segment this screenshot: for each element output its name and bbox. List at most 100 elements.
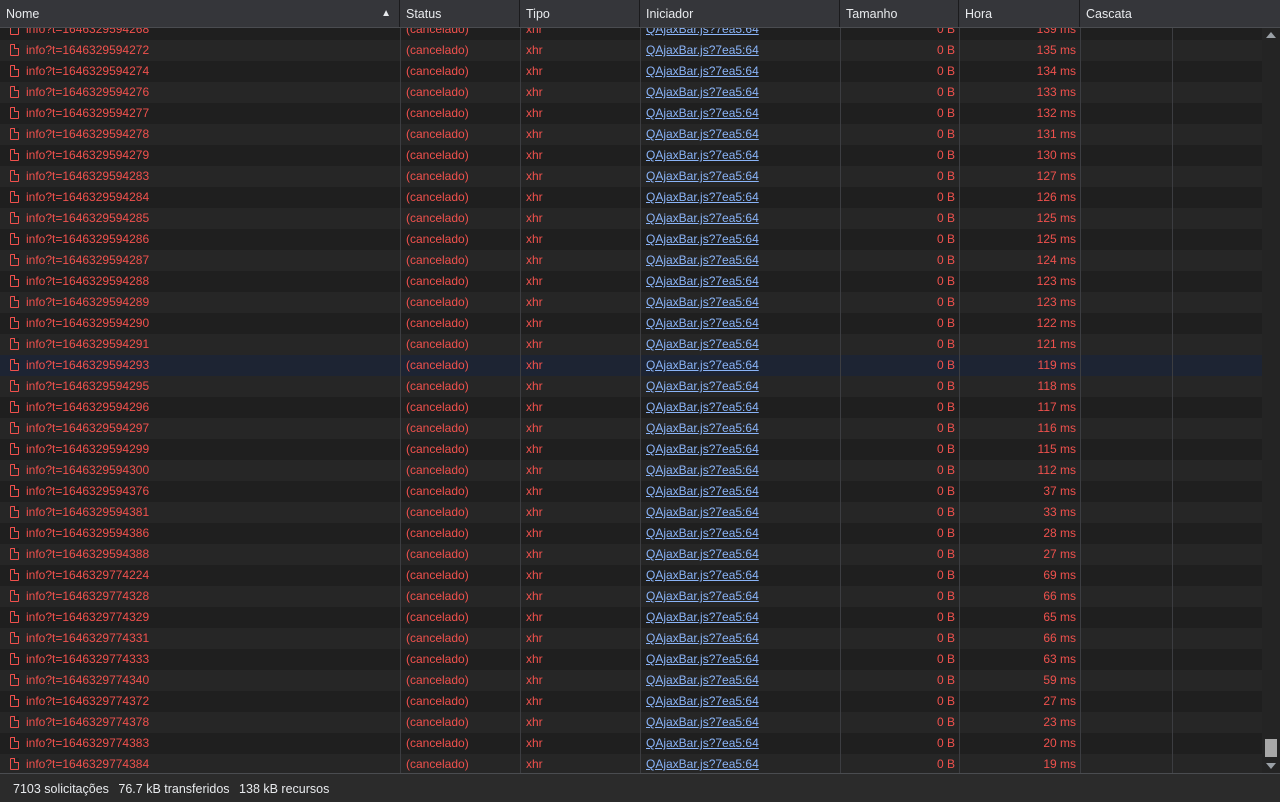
initiator-link[interactable]: QAjaxBar.js?7ea5:64 (646, 379, 759, 393)
request-name-cell[interactable]: info?t=1646329594376 (0, 481, 400, 502)
column-header-waterfall[interactable]: Cascata (1080, 0, 1280, 27)
request-name-cell[interactable]: info?t=1646329594290 (0, 313, 400, 334)
scroll-up-icon[interactable] (1266, 32, 1276, 38)
initiator-link[interactable]: QAjaxBar.js?7ea5:64 (646, 316, 759, 330)
request-name-cell[interactable]: info?t=1646329594279 (0, 145, 400, 166)
initiator-link[interactable]: QAjaxBar.js?7ea5:64 (646, 757, 759, 771)
request-name-cell[interactable]: info?t=1646329594388 (0, 544, 400, 565)
request-name-cell[interactable]: info?t=1646329594288 (0, 271, 400, 292)
column-header-size[interactable]: Tamanho (840, 0, 959, 27)
request-name-cell[interactable]: info?t=1646329594293 (0, 355, 400, 376)
column-header-type[interactable]: Tipo (520, 0, 640, 27)
table-row[interactable]: info?t=1646329594295 (cancelado) xhr QAjaxB… (0, 376, 1262, 397)
table-row[interactable]: info?t=1646329594296 (cancelado) xhr QAjaxB… (0, 397, 1262, 418)
table-row[interactable]: info?t=1646329774331 (cancelado) xhr QAjaxB… (0, 628, 1262, 649)
request-name-cell[interactable]: info?t=1646329594296 (0, 397, 400, 418)
table-row[interactable]: info?t=1646329594286 (cancelado) xhr QAjaxB… (0, 229, 1262, 250)
request-name-cell[interactable]: info?t=1646329774224 (0, 565, 400, 586)
table-row[interactable]: info?t=1646329594279 (cancelado) xhr QAjaxB… (0, 145, 1262, 166)
request-name-cell[interactable]: info?t=1646329594381 (0, 502, 400, 523)
request-name-cell[interactable]: info?t=1646329774372 (0, 691, 400, 712)
request-name-cell[interactable]: info?t=1646329774328 (0, 586, 400, 607)
initiator-link[interactable]: QAjaxBar.js?7ea5:64 (646, 253, 759, 267)
initiator-link[interactable]: QAjaxBar.js?7ea5:64 (646, 232, 759, 246)
table-row[interactable]: info?t=1646329594289 (cancelado) xhr QAjaxB… (0, 292, 1262, 313)
table-row[interactable]: info?t=1646329594291 (cancelado) xhr QAjaxB… (0, 334, 1262, 355)
table-row[interactable]: info?t=1646329594297 (cancelado) xhr QAjaxB… (0, 418, 1262, 439)
initiator-link[interactable]: QAjaxBar.js?7ea5:64 (646, 442, 759, 456)
initiator-link[interactable]: QAjaxBar.js?7ea5:64 (646, 148, 759, 162)
table-row[interactable]: info?t=1646329594300 (cancelado) xhr QAjaxB… (0, 460, 1262, 481)
initiator-link[interactable]: QAjaxBar.js?7ea5:64 (646, 190, 759, 204)
table-row[interactable]: info?t=1646329594268 (cancelado) xhr QAjaxB… (0, 28, 1262, 40)
initiator-link[interactable]: QAjaxBar.js?7ea5:64 (646, 715, 759, 729)
column-header-status[interactable]: Status (400, 0, 520, 27)
initiator-link[interactable]: QAjaxBar.js?7ea5:64 (646, 64, 759, 78)
request-name-cell[interactable]: info?t=1646329594285 (0, 208, 400, 229)
table-row[interactable]: info?t=1646329594283 (cancelado) xhr QAjaxB… (0, 166, 1262, 187)
initiator-link[interactable]: QAjaxBar.js?7ea5:64 (646, 421, 759, 435)
table-row[interactable]: info?t=1646329774329 (cancelado) xhr QAjaxB… (0, 607, 1262, 628)
request-name-cell[interactable]: info?t=1646329774331 (0, 628, 400, 649)
column-header-initiator[interactable]: Iniciador (640, 0, 840, 27)
initiator-link[interactable]: QAjaxBar.js?7ea5:64 (646, 28, 759, 36)
initiator-link[interactable]: QAjaxBar.js?7ea5:64 (646, 484, 759, 498)
request-name-cell[interactable]: info?t=1646329594291 (0, 334, 400, 355)
vertical-scrollbar[interactable] (1262, 28, 1280, 773)
request-name-cell[interactable]: info?t=1646329774340 (0, 670, 400, 691)
initiator-link[interactable]: QAjaxBar.js?7ea5:64 (646, 673, 759, 687)
initiator-link[interactable]: QAjaxBar.js?7ea5:64 (646, 85, 759, 99)
table-row[interactable]: info?t=1646329774384 (cancelado) xhr QAjaxB… (0, 754, 1262, 773)
initiator-link[interactable]: QAjaxBar.js?7ea5:64 (646, 106, 759, 120)
table-row[interactable]: info?t=1646329594284 (cancelado) xhr QAjaxB… (0, 187, 1262, 208)
initiator-link[interactable]: QAjaxBar.js?7ea5:64 (646, 400, 759, 414)
initiator-link[interactable]: QAjaxBar.js?7ea5:64 (646, 505, 759, 519)
request-name-cell[interactable]: info?t=1646329774384 (0, 754, 400, 773)
initiator-link[interactable]: QAjaxBar.js?7ea5:64 (646, 631, 759, 645)
initiator-link[interactable]: QAjaxBar.js?7ea5:64 (646, 211, 759, 225)
request-name-cell[interactable]: info?t=1646329594278 (0, 124, 400, 145)
request-name-cell[interactable]: info?t=1646329774378 (0, 712, 400, 733)
initiator-link[interactable]: QAjaxBar.js?7ea5:64 (646, 652, 759, 666)
scroll-thumb[interactable] (1265, 739, 1277, 757)
request-name-cell[interactable]: info?t=1646329594277 (0, 103, 400, 124)
table-row[interactable]: info?t=1646329594278 (cancelado) xhr QAjaxB… (0, 124, 1262, 145)
initiator-link[interactable]: QAjaxBar.js?7ea5:64 (646, 526, 759, 540)
table-row[interactable]: info?t=1646329594272 (cancelado) xhr QAjaxB… (0, 40, 1262, 61)
table-row[interactable]: info?t=1646329594386 (cancelado) xhr QAjaxB… (0, 523, 1262, 544)
request-name-cell[interactable]: info?t=1646329774329 (0, 607, 400, 628)
table-row[interactable]: info?t=1646329774328 (cancelado) xhr QAjaxB… (0, 586, 1262, 607)
initiator-link[interactable]: QAjaxBar.js?7ea5:64 (646, 589, 759, 603)
initiator-link[interactable]: QAjaxBar.js?7ea5:64 (646, 358, 759, 372)
request-name-cell[interactable]: info?t=1646329594272 (0, 40, 400, 61)
request-name-cell[interactable]: info?t=1646329594283 (0, 166, 400, 187)
request-name-cell[interactable]: info?t=1646329774383 (0, 733, 400, 754)
initiator-link[interactable]: QAjaxBar.js?7ea5:64 (646, 295, 759, 309)
request-name-cell[interactable]: info?t=1646329594297 (0, 418, 400, 439)
request-name-cell[interactable]: info?t=1646329594295 (0, 376, 400, 397)
table-row[interactable]: info?t=1646329594376 (cancelado) xhr QAjaxB… (0, 481, 1262, 502)
request-name-cell[interactable]: info?t=1646329594287 (0, 250, 400, 271)
table-row[interactable]: info?t=1646329594285 (cancelado) xhr QAjaxB… (0, 208, 1262, 229)
request-name-cell[interactable]: info?t=1646329594286 (0, 229, 400, 250)
table-row[interactable]: info?t=1646329594290 (cancelado) xhr QAjaxB… (0, 313, 1262, 334)
column-header-time[interactable]: Hora (959, 0, 1080, 27)
column-header-name[interactable]: Nome ▲ (0, 0, 400, 27)
table-row[interactable]: info?t=1646329594274 (cancelado) xhr QAjaxB… (0, 61, 1262, 82)
table-row[interactable]: info?t=1646329774383 (cancelado) xhr QAjaxB… (0, 733, 1262, 754)
initiator-link[interactable]: QAjaxBar.js?7ea5:64 (646, 169, 759, 183)
table-row[interactable]: info?t=1646329594388 (cancelado) xhr QAjaxB… (0, 544, 1262, 565)
request-name-cell[interactable]: info?t=1646329594386 (0, 523, 400, 544)
initiator-link[interactable]: QAjaxBar.js?7ea5:64 (646, 547, 759, 561)
initiator-link[interactable]: QAjaxBar.js?7ea5:64 (646, 337, 759, 351)
table-row[interactable]: info?t=1646329594277 (cancelado) xhr QAjaxB… (0, 103, 1262, 124)
initiator-link[interactable]: QAjaxBar.js?7ea5:64 (646, 694, 759, 708)
table-row[interactable]: info?t=1646329774340 (cancelado) xhr QAjaxB… (0, 670, 1262, 691)
request-name-cell[interactable]: info?t=1646329594284 (0, 187, 400, 208)
table-row[interactable]: info?t=1646329774378 (cancelado) xhr QAjaxB… (0, 712, 1262, 733)
table-row[interactable]: info?t=1646329594276 (cancelado) xhr QAjaxB… (0, 82, 1262, 103)
table-row[interactable]: info?t=1646329774333 (cancelado) xhr QAjaxB… (0, 649, 1262, 670)
initiator-link[interactable]: QAjaxBar.js?7ea5:64 (646, 43, 759, 57)
initiator-link[interactable]: QAjaxBar.js?7ea5:64 (646, 736, 759, 750)
initiator-link[interactable]: QAjaxBar.js?7ea5:64 (646, 274, 759, 288)
